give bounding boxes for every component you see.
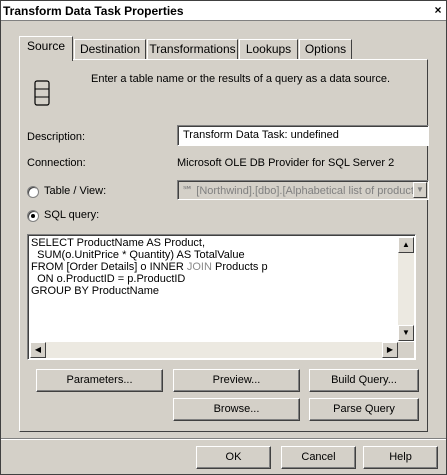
horizontal-scrollbar[interactable]: ◀ ▶ [30, 342, 398, 358]
tab-transformations[interactable]: Transformations [147, 39, 238, 59]
scroll-down-icon[interactable]: ▼ [398, 325, 414, 341]
table-icon: ℠ [182, 185, 194, 197]
chevron-down-icon[interactable]: ▼ [413, 182, 427, 198]
description-field[interactable]: Transform Data Task: undefined [177, 125, 429, 146]
sql-line: FROM [Order Details] o INNER JOIN Produc… [31, 261, 268, 273]
tab-source[interactable]: Source [19, 36, 73, 61]
ok-button[interactable]: OK [196, 446, 271, 469]
parse-query-button[interactable]: Parse Query [309, 398, 419, 421]
table-view-value: ℠ [Northwind].[dbo].[Alphabetical list o… [182, 184, 422, 197]
scroll-left-icon[interactable]: ◀ [30, 342, 46, 358]
build-query-button[interactable]: Build Query... [309, 369, 419, 392]
vertical-scrollbar[interactable]: ▲ ▼ [398, 237, 414, 341]
cancel-button[interactable]: Cancel [281, 446, 356, 469]
tab-destination[interactable]: Destination [74, 39, 146, 59]
table-view-radio[interactable] [27, 186, 39, 198]
browse-button[interactable]: Browse... [173, 398, 300, 421]
tab-label: Source [26, 39, 66, 53]
table-view-text: [Northwind].[dbo].[Alphabetical list of … [196, 185, 422, 197]
sql-line: SELECT ProductName AS Product, [31, 237, 206, 249]
sql-line: ON o.ProductID = p.ProductID [31, 273, 186, 285]
title-bar[interactable]: Transform Data Task Properties × [1, 1, 446, 21]
sql-line: SUM(o.UnitPrice * Quantity) AS TotalValu… [31, 249, 245, 261]
tab-label: Options [304, 42, 347, 56]
scroll-right-icon[interactable]: ▶ [382, 342, 398, 358]
sql-line: GROUP BY ProductName [31, 285, 159, 297]
connection-label: Connection: [27, 157, 86, 169]
description-label: Description: [27, 131, 86, 143]
window-title: Transform Data Task Properties [3, 4, 184, 18]
table-view-dropdown[interactable]: ℠ [Northwind].[dbo].[Alphabetical list o… [177, 180, 429, 200]
connection-value: Microsoft OLE DB Provider for SQL Server… [177, 157, 395, 169]
close-button[interactable]: × [431, 3, 445, 18]
radio-selected-dot [31, 214, 35, 218]
scroll-corner [398, 342, 414, 358]
parameters-button[interactable]: Parameters... [36, 369, 163, 392]
sql-query-text[interactable]: SELECT ProductName AS Product, SUM(o.Uni… [31, 237, 396, 297]
sql-query-editor[interactable]: SELECT ProductName AS Product, SUM(o.Uni… [27, 234, 416, 360]
tab-options[interactable]: Options [299, 39, 352, 59]
sql-query-radio[interactable] [27, 210, 39, 222]
description-value: Transform Data Task: undefined [183, 129, 339, 141]
help-button[interactable]: Help [363, 446, 438, 469]
tab-label: Destination [79, 42, 141, 56]
table-view-label: Table / View: [44, 185, 107, 197]
dialog-window: Transform Data Task Properties × Source … [0, 0, 447, 475]
preview-button[interactable]: Preview... [173, 369, 300, 392]
intro-text: Enter a table name or the results of a q… [91, 73, 391, 85]
tab-label: Lookups [245, 42, 292, 56]
scroll-up-icon[interactable]: ▲ [398, 237, 414, 253]
database-icon [34, 80, 50, 106]
sql-query-label: SQL query: [44, 209, 100, 221]
footer-divider [1, 438, 446, 440]
tab-lookups[interactable]: Lookups [239, 39, 298, 59]
tab-label: Transformations [149, 42, 236, 56]
